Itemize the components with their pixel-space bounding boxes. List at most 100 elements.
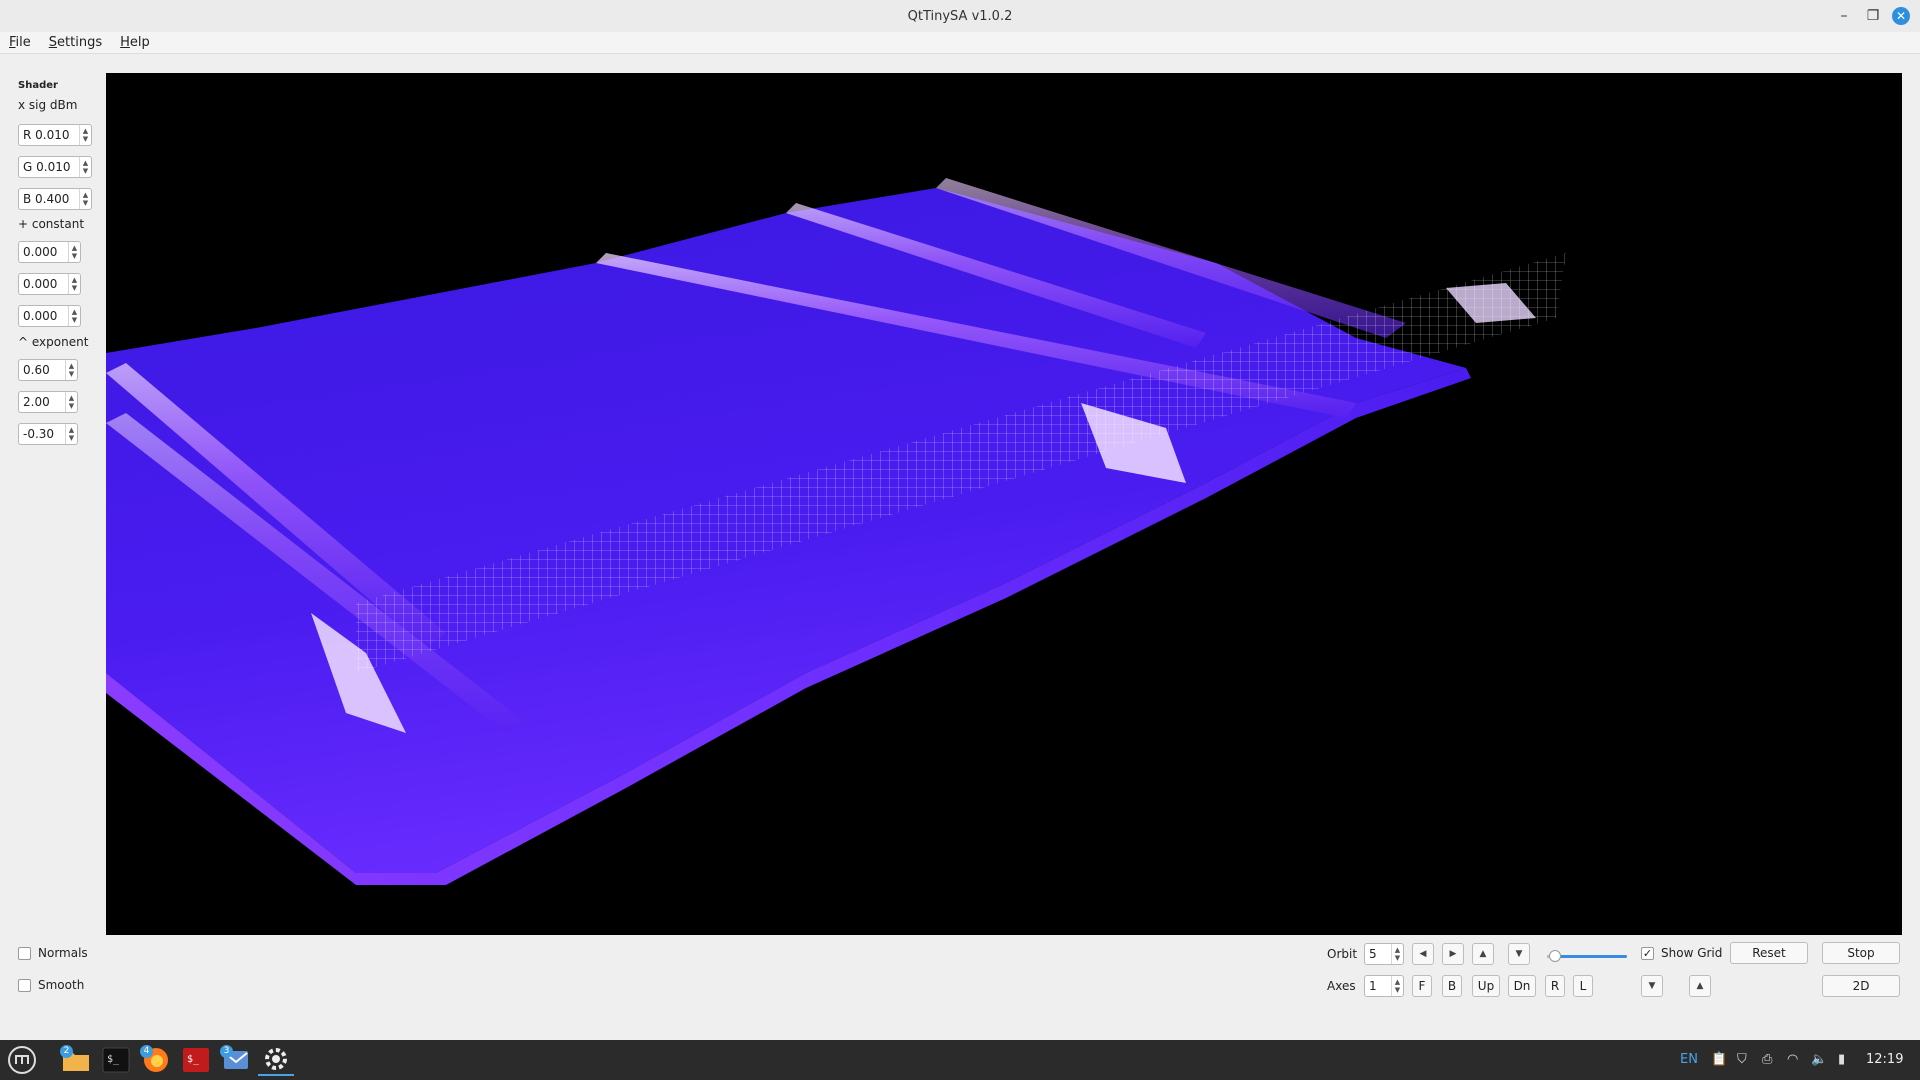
spin-arrows-icon[interactable]: ▲ ▼ (79, 189, 91, 209)
constant-spinbox-2[interactable]: 0.000 ▲ ▼ (18, 273, 81, 295)
menu-help-mnemonic: H (120, 35, 130, 50)
keyboard-layout[interactable]: EN (1680, 1052, 1698, 1067)
spin-arrows-icon[interactable]: ▲ ▼ (68, 242, 80, 262)
menu-bar: File Settings Help (0, 32, 1920, 54)
battery-icon[interactable]: ▮ (1838, 1052, 1845, 1067)
arrow-down-icon: ▼ (1515, 949, 1523, 959)
orbit-spinbox[interactable]: 5 ▲ ▼ (1364, 943, 1404, 965)
b-spinbox[interactable]: B 0.400 ▲ ▼ (18, 188, 92, 210)
minimize-button[interactable]: – (1834, 6, 1854, 26)
qttinysa-app[interactable] (258, 1044, 294, 1076)
terminal-icon: $_ (102, 1047, 130, 1073)
title-bar: QtTinySA v1.0.2 – ❐ ✕ (0, 0, 1920, 32)
constant-label: + constant (18, 217, 85, 231)
g-value: G 0.010 (23, 160, 71, 174)
spin-arrows-icon[interactable]: ▲ ▼ (65, 392, 77, 412)
badge: 3 (220, 1045, 233, 1058)
axes-left-button[interactable]: L (1573, 975, 1593, 997)
axes-up-button[interactable]: Up (1472, 975, 1500, 997)
exponent-value: 2.00 (23, 395, 50, 409)
checkbox-box[interactable] (18, 946, 31, 960)
volume-icon[interactable]: 🔈 (1811, 1052, 1827, 1067)
exponent-spinbox-3[interactable]: -0.30 ▲ ▼ (18, 423, 78, 445)
wifi-icon[interactable]: ◠ (1787, 1052, 1798, 1067)
axes-back-button[interactable]: B (1442, 975, 1462, 997)
svg-text:$_: $_ (187, 1054, 200, 1065)
orbit-up-button[interactable]: ▲ (1472, 943, 1494, 965)
arrow-down-icon: ▼ (1648, 981, 1656, 991)
zoom-slider[interactable] (1545, 948, 1629, 964)
spin-arrows-icon[interactable]: ▲ ▼ (1391, 976, 1403, 996)
menu-settings-label: ettings (57, 35, 103, 50)
printer-icon[interactable]: ⎙ (1762, 1052, 1772, 1067)
axes-spinbox[interactable]: 1 ▲ ▼ (1364, 975, 1404, 997)
constant-spinbox-1[interactable]: 0.000 ▲ ▼ (18, 241, 81, 263)
clock[interactable]: 12:19 (1866, 1052, 1903, 1067)
exponent-spinbox-2[interactable]: 2.00 ▲ ▼ (18, 391, 78, 413)
normals-checkbox[interactable]: Normals (18, 946, 88, 960)
b-value: B 0.400 (23, 192, 70, 206)
menu-settings[interactable]: Settings (40, 35, 111, 50)
slider-handle[interactable] (1548, 950, 1561, 962)
arrow-up-icon: ▲ (1479, 949, 1487, 959)
exponent-value: 0.60 (23, 363, 50, 377)
orbit-value: 5 (1369, 947, 1377, 961)
r-value: R 0.010 (23, 128, 70, 142)
axes-front-button[interactable]: F (1412, 975, 1432, 997)
badge: 2 (60, 1045, 73, 1058)
exponent-label: ^ exponent (18, 335, 89, 349)
start-menu-button[interactable] (4, 1044, 40, 1076)
constant-value: 0.000 (23, 309, 58, 323)
orbit-down-button[interactable]: ▼ (1508, 943, 1530, 965)
menu-settings-mnemonic: S (48, 35, 58, 50)
exponent-spinbox-1[interactable]: 0.60 ▲ ▼ (18, 359, 78, 381)
spin-arrows-icon[interactable]: ▲ ▼ (68, 306, 80, 326)
firefox-app[interactable]: 4 (138, 1044, 174, 1076)
arrow-left-icon: ◀ (1419, 949, 1427, 959)
spectrum-3d-viewport[interactable] (106, 73, 1902, 935)
menu-help[interactable]: Help (111, 35, 159, 50)
spin-arrows-icon[interactable]: ▲ ▼ (65, 424, 77, 444)
reset-button[interactable]: Reset (1730, 942, 1808, 964)
axes-label: Axes (1327, 979, 1356, 993)
checkbox-box[interactable] (18, 978, 31, 992)
tilt-up-button[interactable]: ▲ (1689, 975, 1711, 997)
constant-spinbox-3[interactable]: 0.000 ▲ ▼ (18, 305, 81, 327)
badge: 4 (140, 1045, 153, 1058)
stop-button[interactable]: Stop (1822, 942, 1900, 964)
arrow-up-icon: ▲ (1696, 981, 1704, 991)
files-app[interactable]: 2 (58, 1044, 94, 1076)
shader-panel: Shader x sig dBm R 0.010 ▲ ▼ G 0.010 ▲ ▼ B… (0, 54, 106, 934)
orbit-left-button[interactable]: ◀ (1412, 943, 1434, 965)
g-spinbox[interactable]: G 0.010 ▲ ▼ (18, 156, 92, 178)
spin-arrows-icon[interactable]: ▲ ▼ (68, 274, 80, 294)
smooth-checkbox[interactable]: Smooth (18, 978, 84, 992)
svg-text:$_: $_ (107, 1054, 120, 1065)
axes-right-button[interactable]: R (1545, 975, 1565, 997)
clipboard-icon[interactable]: 📋 (1711, 1052, 1727, 1067)
tilt-down-button[interactable]: ▼ (1641, 975, 1663, 997)
spin-arrows-icon[interactable]: ▲ ▼ (65, 360, 77, 380)
terminal-red-icon: $_ (183, 1048, 209, 1072)
spin-arrows-icon[interactable]: ▲ ▼ (1391, 944, 1403, 964)
constant-value: 0.000 (23, 245, 58, 259)
menu-file-label: ile (15, 35, 31, 50)
terminal-app[interactable]: $_ (98, 1044, 134, 1076)
orbit-right-button[interactable]: ▶ (1442, 943, 1464, 965)
maximize-button[interactable]: ❐ (1863, 6, 1883, 26)
close-button[interactable]: ✕ (1892, 7, 1910, 25)
menu-file[interactable]: File (0, 35, 40, 50)
terminal-red-app[interactable]: $_ (178, 1044, 214, 1076)
axes-down-button[interactable]: Dn (1508, 975, 1536, 997)
menu-icon (8, 1046, 36, 1074)
sig-label: x sig dBm (18, 98, 78, 112)
taskbar: 2 $_ 4 $_ 3 EN 📋 ⛉ ⎙ ◠ 🔈 ▮ 12:19 (0, 1040, 1920, 1080)
r-spinbox[interactable]: R 0.010 ▲ ▼ (18, 124, 92, 146)
mail-app[interactable]: 3 (218, 1044, 254, 1076)
shield-icon[interactable]: ⛉ (1737, 1052, 1747, 1067)
spin-arrows-icon[interactable]: ▲ ▼ (79, 157, 91, 177)
show-grid-checkbox[interactable]: ✓ Show Grid (1641, 946, 1722, 960)
toggle-2d-button[interactable]: 2D (1822, 975, 1900, 997)
checkmark-icon[interactable]: ✓ (1641, 946, 1654, 960)
spin-arrows-icon[interactable]: ▲ ▼ (79, 125, 91, 145)
